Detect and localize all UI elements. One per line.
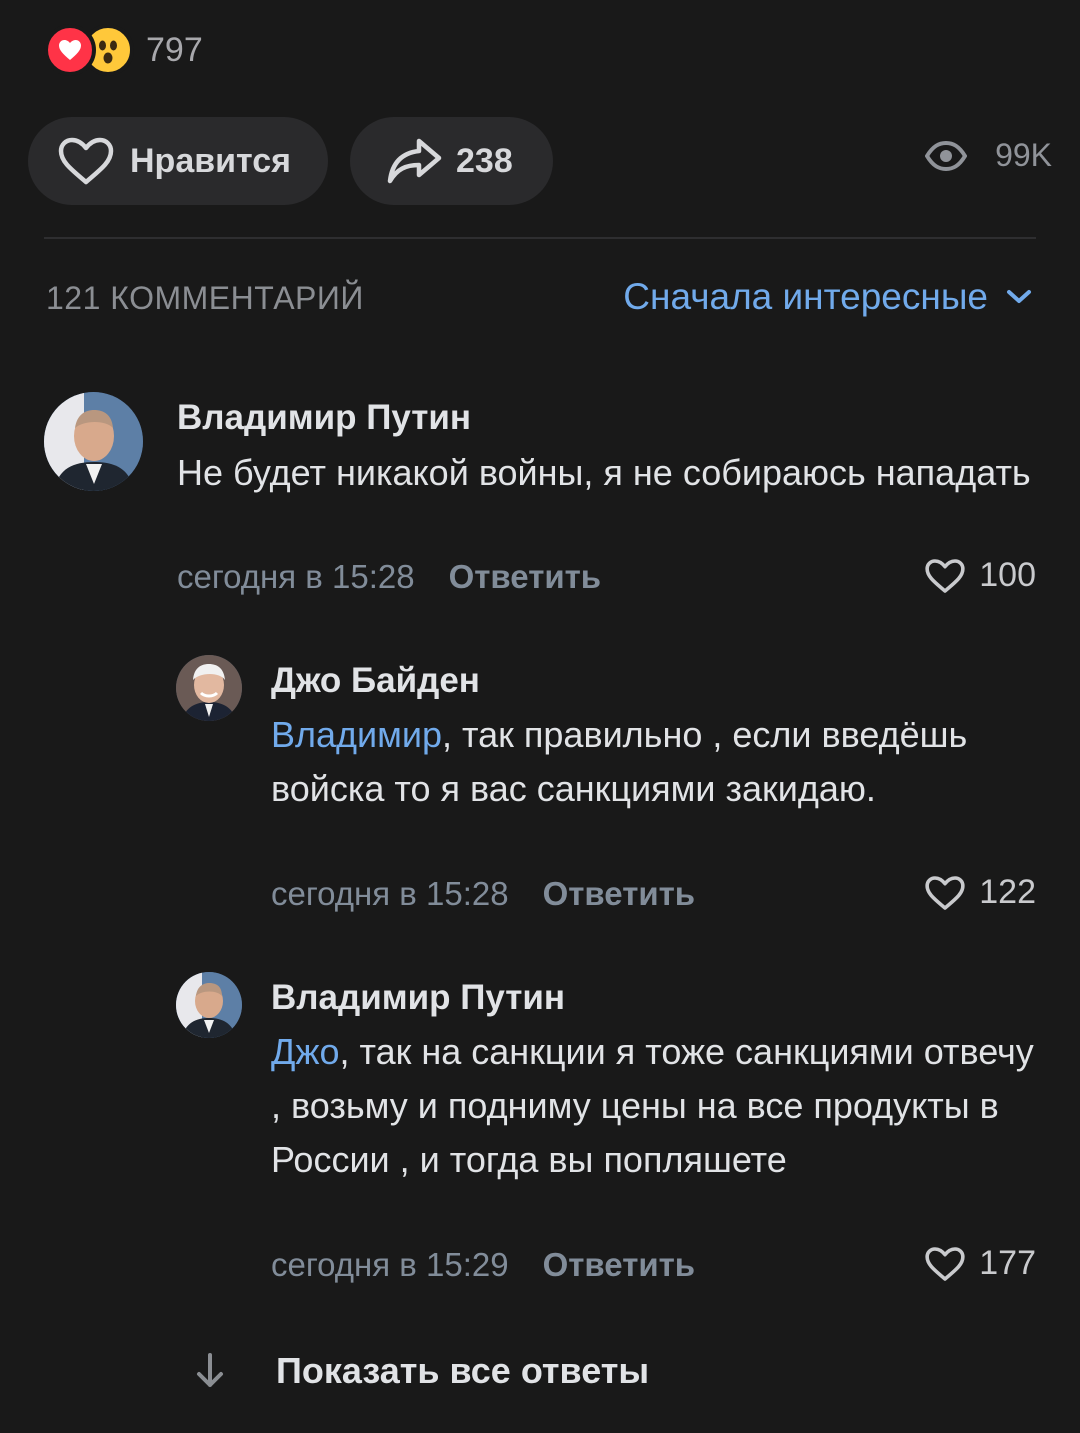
comment-time: сегодня в 15:28 (271, 875, 509, 912)
like-label: Нравится (130, 141, 291, 180)
share-arrow-icon (386, 137, 442, 185)
comment-time: сегодня в 15:29 (271, 1246, 509, 1283)
comment-meta: сегодня в 15:28 Ответить (177, 558, 601, 596)
comments-count: 121 КОММЕНТАРИЙ (46, 280, 364, 316)
avatar[interactable] (176, 972, 242, 1038)
comment-body: Не будет никакой войны, я не собираюсь н… (177, 452, 1031, 493)
show-all-replies-button[interactable]: Показать все ответы (190, 1350, 649, 1392)
reply-button[interactable]: Ответить (449, 558, 602, 595)
post-comments-screen: 797 Нравится 238 99K 121 КОММЕНТАРИЙ Сна… (0, 0, 1080, 1433)
avatar[interactable] (44, 392, 143, 491)
reactions-summary[interactable]: 797 (44, 24, 203, 76)
comment-like-button[interactable]: 122 (925, 873, 1036, 912)
comment-author[interactable]: Владимир Путин (271, 978, 565, 1018)
heart-outline-icon (925, 558, 965, 594)
views-counter: 99K (925, 137, 1052, 174)
comment-like-count: 177 (979, 1244, 1036, 1282)
views-count: 99K (995, 137, 1052, 173)
reactions-count: 797 (146, 30, 203, 69)
comment-meta: сегодня в 15:29 Ответить (271, 1246, 695, 1284)
sort-label: Сначала интересные (623, 276, 988, 317)
comment-text: Не будет никакой войны, я не собираюсь н… (177, 446, 1037, 500)
heart-outline-icon (58, 137, 114, 185)
comment-time: сегодня в 15:28 (177, 558, 415, 595)
mention-link[interactable]: Джо (271, 1031, 339, 1072)
like-button[interactable]: Нравится (28, 117, 328, 205)
comment-text: Джо, так на санкции я тоже санкциями отв… (271, 1025, 1036, 1187)
comment-like-count: 100 (979, 556, 1036, 594)
comment-meta: сегодня в 15:28 Ответить (271, 875, 695, 913)
mention-link[interactable]: Владимир (271, 714, 442, 755)
heart-outline-icon (925, 1246, 965, 1282)
sort-dropdown[interactable]: Сначала интересные (623, 276, 1032, 318)
comment-like-button[interactable]: 100 (925, 556, 1036, 595)
comment-author[interactable]: Джо Байден (271, 661, 480, 701)
chevron-down-icon (1006, 289, 1032, 305)
show-all-label: Показать все ответы (276, 1350, 650, 1391)
heart-reaction-icon (44, 24, 96, 76)
avatar[interactable] (176, 655, 242, 721)
arrow-down-icon (190, 1352, 230, 1390)
reply-button[interactable]: Ответить (543, 875, 696, 912)
comment-like-button[interactable]: 177 (925, 1244, 1036, 1283)
share-count: 238 (456, 141, 513, 180)
comment-body: , так на санкции я тоже санкциями отвечу… (271, 1031, 1034, 1180)
reply-button[interactable]: Ответить (543, 1246, 696, 1283)
comment-like-count: 122 (979, 873, 1036, 911)
comment-text: Владимир, так правильно , если введёшь в… (271, 708, 1031, 816)
divider (44, 237, 1036, 239)
share-button[interactable]: 238 (350, 117, 553, 205)
comment-author[interactable]: Владимир Путин (177, 398, 471, 438)
heart-outline-icon (925, 875, 965, 911)
eye-icon (925, 140, 968, 171)
